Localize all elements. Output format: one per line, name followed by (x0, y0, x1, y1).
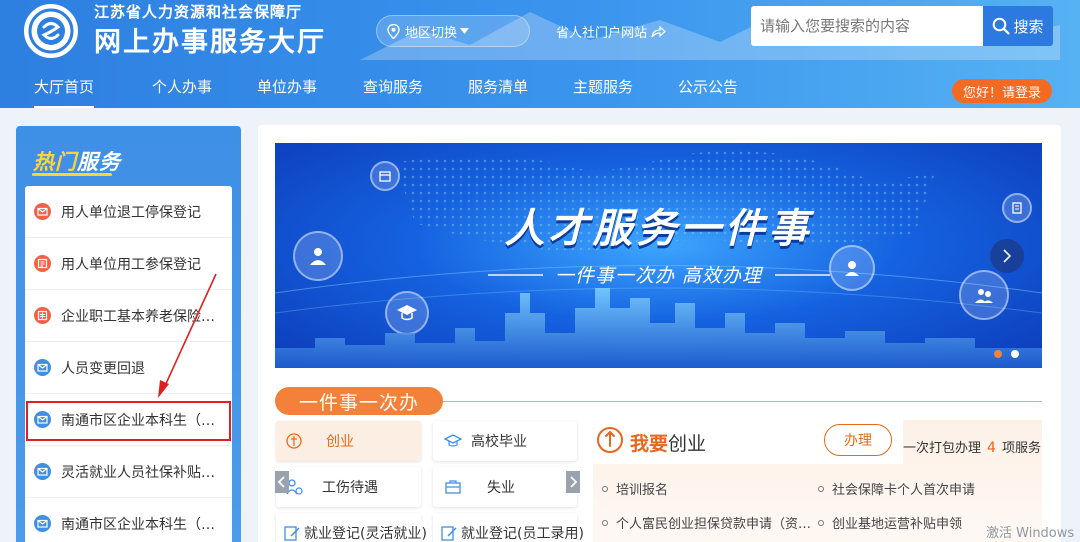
logo[interactable] (24, 4, 78, 58)
bullet-icon (602, 485, 608, 492)
category-unemployment[interactable]: 失业 (433, 467, 577, 507)
search-button-label: 搜索 (1013, 17, 1044, 36)
edit-form-icon (282, 523, 302, 542)
nav-personal[interactable]: 个人办事 (152, 76, 212, 97)
org-name: 江苏省人力资源和社会保障厅 (94, 3, 303, 21)
startup-badge-icon (597, 427, 623, 453)
startup-detail-title: 我要创业 (630, 429, 706, 456)
windows-activation-watermark: 激活 Windows (986, 526, 1075, 541)
nav-theme[interactable]: 主题服务 (573, 76, 633, 97)
bullet-icon (818, 485, 824, 492)
annotation-highlight-box (26, 401, 231, 441)
hot-item-flexible-subsidy[interactable]: 灵活就业人员社保补贴… (25, 446, 232, 498)
search-button[interactable]: 搜索 (983, 6, 1053, 46)
pension-icon (34, 307, 51, 324)
title-strong: 我要 (630, 433, 669, 455)
chevron-right-icon (1003, 249, 1012, 263)
nav-service-list[interactable]: 服务清单 (468, 76, 528, 97)
main-nav: 大厅首页 个人办事 单位办事 查询服务 服务清单 主题服务 公示公告 (0, 68, 1080, 108)
list-item-label: 用人单位退工停保登记 (61, 204, 201, 221)
service-item-label: 个人富民创业担保贷款申请（资… (616, 517, 812, 532)
envelope-icon (34, 515, 51, 532)
startup-icon (284, 431, 304, 451)
title-light: 创业 (668, 433, 707, 455)
site-header: 江苏省人力资源和社会保障厅 网上办事服务大厅 南通 地区切换 省人社门户网站 搜… (0, 0, 1080, 108)
category-label: 就业登记(灵活就业) (304, 526, 427, 542)
nav-home[interactable]: 大厅首页 (34, 76, 95, 108)
carousel-dot[interactable] (1011, 350, 1019, 358)
service-item-label: 培训报名 (616, 483, 669, 498)
service-item-label: 创业基地运营补贴申领 (832, 517, 963, 532)
banner-carousel[interactable]: 人才服务一件事 一件事一次办 高效办理 (275, 143, 1042, 368)
category-label: 创业 (326, 434, 354, 450)
bullet-icon (818, 519, 824, 526)
service-item-base-subsidy[interactable]: 创业基地运营补贴申领 (818, 513, 962, 532)
one-thing-section-title: 一件事一次办 (275, 387, 443, 415)
banner-title: 人才服务一件事 (504, 206, 813, 252)
hot-title-underline (32, 173, 112, 176)
list-item-label: 灵活就业人员社保补贴… (61, 464, 215, 481)
category-injury[interactable]: 工伤待遇 (276, 467, 421, 507)
portal-link[interactable]: 省人社门户网站 (556, 22, 666, 41)
search-input[interactable] (751, 6, 983, 46)
city-skyline-decoration (275, 288, 1042, 368)
annotation-arrow (158, 273, 217, 398)
banner-next-button[interactable] (990, 239, 1024, 273)
calendar-icon (370, 161, 400, 191)
envelope-icon (34, 203, 51, 220)
category-startup[interactable]: 创业 (276, 421, 421, 461)
bullet-icon (602, 519, 608, 526)
hot-item-undergrad-2[interactable]: 南通市区企业本科生（… (25, 498, 232, 542)
hot-item-stop-insurance[interactable]: 用人单位退工停保登记 (25, 186, 232, 238)
nav-notice[interactable]: 公示公告 (678, 76, 738, 97)
envelope-icon (34, 463, 51, 480)
list-item-label: 人员变更回退 (61, 360, 145, 377)
graduation-cap-icon (443, 431, 463, 451)
logo-emblem-icon (28, 8, 74, 54)
service-item-ss-card[interactable]: 社会保障卡个人首次申请 (818, 479, 975, 498)
category-label: 就业登记(员工录用) (461, 526, 584, 542)
nav-unit[interactable]: 单位办事 (257, 76, 317, 97)
chevron-left-icon (278, 476, 285, 488)
banner-subtitle: 一件事一次办 高效办理 (554, 265, 763, 287)
category-graduate[interactable]: 高校毕业 (433, 421, 577, 461)
share-arrow-icon (651, 25, 666, 37)
list-item-label: 南通市区企业本科生（… (61, 516, 215, 533)
certificate-icon (34, 255, 51, 272)
hot-title-rest: 服务 (77, 150, 121, 174)
service-item-loan[interactable]: 个人富民创业担保贷款申请（资… (602, 513, 811, 532)
login-button[interactable]: 您好！请登录 (952, 79, 1052, 103)
hot-services-title: 热门服务 (33, 146, 121, 176)
envelope-icon (34, 359, 51, 376)
nav-query[interactable]: 查询服务 (363, 76, 423, 97)
hot-title-highlight: 热门 (33, 150, 77, 174)
category-label: 工伤待遇 (322, 480, 378, 496)
pack-count: 4 (987, 440, 996, 456)
service-item-label: 社会保障卡个人首次申请 (832, 483, 976, 498)
site-title: 网上办事服务大厅 (94, 27, 326, 58)
portal-link-label: 省人社门户网站 (556, 26, 648, 41)
category-label: 高校毕业 (471, 434, 527, 450)
pack-suffix: 项服务 (1001, 441, 1041, 456)
pack-summary: 一次打包办理 4 项服务 (903, 437, 1041, 456)
carousel-dot-active[interactable] (994, 350, 1002, 358)
pack-prefix: 一次打包办理 (903, 441, 982, 456)
category-scroll-right[interactable] (566, 471, 580, 493)
search-icon (993, 17, 1011, 35)
handle-button[interactable]: 办理 (824, 424, 892, 456)
service-item-training[interactable]: 培训报名 (602, 479, 668, 498)
category-label: 失业 (487, 480, 515, 496)
category-scroll-left[interactable] (275, 471, 289, 493)
category-employee-hire[interactable]: 就业登记(员工录用) (433, 513, 584, 542)
edit-form-icon (439, 523, 459, 542)
chevron-right-icon (570, 476, 577, 488)
briefcase-icon (443, 477, 463, 497)
region-selector[interactable]: 南通 地区切换 (376, 15, 530, 47)
category-flexible-employment[interactable]: 就业登记(灵活就业) (276, 513, 427, 542)
